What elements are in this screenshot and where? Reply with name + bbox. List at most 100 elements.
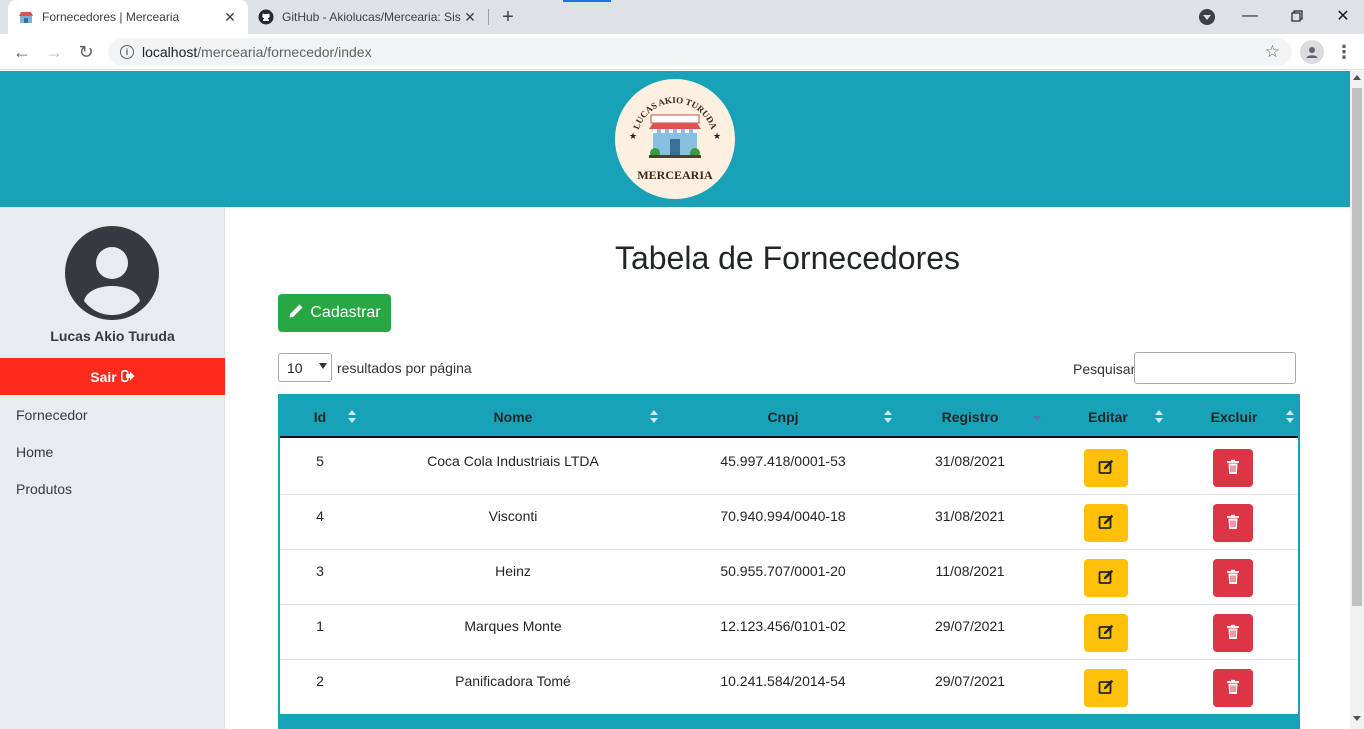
table-header: Id Nome Cnpj Registro Editar Excluir	[280, 396, 1298, 438]
cell-cnpj: 12.123.456/0101-02	[720, 618, 846, 634]
search-input[interactable]	[1134, 352, 1296, 384]
tab-title: GitHub - Akiolucas/Mercearia: Sis	[282, 10, 461, 24]
tab-github[interactable]: GitHub - Akiolucas/Mercearia: Sis ✕	[248, 0, 488, 34]
close-tab-icon[interactable]: ✕	[462, 9, 478, 25]
store-favicon-icon	[18, 9, 34, 25]
svg-text:★: ★	[629, 131, 637, 141]
scroll-thumb[interactable]	[1352, 88, 1362, 606]
edit-button[interactable]	[1084, 449, 1128, 487]
bookmark-star-icon[interactable]: ☆	[1265, 42, 1280, 62]
profile-icon[interactable]	[1300, 40, 1324, 64]
delete-button[interactable]	[1213, 559, 1253, 597]
scroll-down-icon[interactable]	[1353, 716, 1361, 721]
page-scrollbar[interactable]	[1350, 71, 1364, 729]
delete-button[interactable]	[1213, 614, 1253, 652]
back-icon[interactable]: ←	[10, 40, 34, 64]
table-row: 4 Visconti 70.940.994/0040-18 31/08/2021	[280, 495, 1298, 550]
trash-icon	[1226, 624, 1240, 643]
delete-button[interactable]	[1213, 669, 1253, 707]
scroll-up-icon[interactable]	[1353, 75, 1361, 80]
tab-fornecedores[interactable]: Fornecedores | Mercearia ✕	[8, 0, 248, 34]
edit-button[interactable]	[1084, 559, 1128, 597]
cell-cnpj: 45.997.418/0001-53	[720, 453, 846, 469]
user-name: Lucas Akio Turuda	[50, 328, 175, 344]
site-header: LUCAS AKIO TURUDA ★ ★ MERCEARIA	[0, 71, 1350, 207]
close-tab-icon[interactable]: ✕	[222, 9, 238, 25]
page-title: Tabela de Fornecedores	[614, 240, 961, 276]
edit-icon	[1098, 514, 1114, 533]
tab-separator	[488, 9, 489, 25]
column-header-excluir[interactable]: Excluir	[1170, 396, 1298, 438]
table-row: 1 Marques Monte 12.123.456/0101-02 29/07/20…	[280, 605, 1298, 660]
trash-icon	[1226, 459, 1240, 478]
cell-registro: 31/08/2021	[934, 453, 1006, 469]
page-length-select[interactable]: 10	[278, 353, 332, 382]
page-length-label: resultados por página	[337, 360, 472, 376]
edit-icon	[1098, 459, 1114, 478]
table-row: 5 Coca Cola Industriais LTDA 45.997.418/00…	[280, 440, 1298, 495]
sort-icon	[348, 410, 356, 424]
edit-button[interactable]	[1084, 669, 1128, 707]
restore-icon[interactable]	[1285, 4, 1309, 28]
chevron-down-icon	[319, 363, 327, 369]
close-window-icon[interactable]: ✕	[1331, 4, 1355, 28]
edit-icon	[1098, 569, 1114, 588]
cell-id: 5	[316, 453, 324, 469]
minimize-icon[interactable]: —	[1238, 4, 1262, 28]
browser-toolbar: ← → ↻ i localhost/mercearia/fornecedor/i…	[0, 34, 1364, 70]
url-host: localhost	[142, 44, 198, 60]
reload-icon[interactable]: ↻	[74, 40, 98, 64]
user-avatar-icon	[64, 225, 160, 321]
cell-registro: 29/07/2021	[934, 673, 1006, 689]
tab-loading-indicator	[563, 0, 611, 2]
edit-button[interactable]	[1084, 504, 1128, 542]
cell-registro: 31/08/2021	[934, 508, 1006, 524]
edit-icon	[1098, 679, 1114, 698]
create-button[interactable]: Cadastrar	[278, 294, 391, 332]
forward-icon[interactable]: →	[42, 40, 66, 64]
tab-search-icon[interactable]	[1199, 9, 1215, 25]
cell-nome: Coca Cola Industriais LTDA	[427, 453, 599, 469]
trash-icon	[1226, 569, 1240, 588]
page-length-value: 10	[287, 359, 303, 376]
sidebar: Lucas Akio Turuda Sair Fornecedor Home P…	[0, 207, 225, 729]
delete-button[interactable]	[1213, 504, 1253, 542]
edit-icon	[1098, 624, 1114, 643]
cell-cnpj: 10.241.584/2014-54	[720, 673, 846, 689]
search-label: Pesquisar	[1073, 361, 1136, 377]
sidebar-item-produtos[interactable]: Produtos	[16, 481, 72, 497]
edit-button[interactable]	[1084, 614, 1128, 652]
site-info-icon[interactable]: i	[120, 45, 134, 59]
table-row: 3 Heinz 50.955.707/0001-20 11/08/2021	[280, 550, 1298, 605]
logout-button[interactable]: Sair	[0, 358, 225, 395]
address-bar[interactable]: i localhost/mercearia/fornecedor/index ☆	[108, 38, 1292, 66]
cell-id: 3	[316, 563, 324, 579]
table-footer	[280, 714, 1298, 729]
browser-tabstrip: Fornecedores | Mercearia ✕ GitHub - Akio…	[0, 0, 1364, 34]
logo-bottom-text: MERCEARIA	[637, 168, 713, 182]
sort-icon	[884, 410, 892, 424]
cell-id: 4	[316, 508, 324, 524]
trash-icon	[1226, 514, 1240, 533]
menu-kebab-icon[interactable]: ⋮	[1335, 40, 1353, 64]
trash-icon	[1226, 679, 1240, 698]
sort-icon	[650, 410, 658, 424]
cell-id: 1	[316, 618, 324, 634]
table-row: 2 Panificadora Tomé 10.241.584/2014-54 29/0…	[280, 660, 1298, 715]
pencil-icon	[288, 303, 304, 324]
cell-nome: Marques Monte	[464, 618, 562, 634]
suppliers-table: Id Nome Cnpj Registro Editar Excluir 5 Co…	[278, 394, 1300, 729]
create-label: Cadastrar	[310, 304, 381, 321]
cell-registro: 29/07/2021	[934, 618, 1006, 634]
mercearia-logo[interactable]: LUCAS AKIO TURUDA ★ ★ MERCEARIA	[615, 79, 735, 199]
sidebar-item-fornecedor[interactable]: Fornecedor	[16, 407, 88, 423]
new-tab-icon[interactable]: +	[498, 6, 518, 28]
column-header-registro[interactable]: Registro	[900, 396, 1040, 438]
column-header-cnpj[interactable]: Cnpj	[666, 396, 900, 438]
tab-title: Fornecedores | Mercearia	[42, 10, 180, 24]
column-header-nome[interactable]: Nome	[360, 396, 666, 438]
sidebar-item-home[interactable]: Home	[16, 444, 53, 460]
cell-cnpj: 70.940.994/0040-18	[720, 508, 846, 524]
delete-button[interactable]	[1213, 449, 1253, 487]
sign-out-icon	[120, 369, 135, 385]
